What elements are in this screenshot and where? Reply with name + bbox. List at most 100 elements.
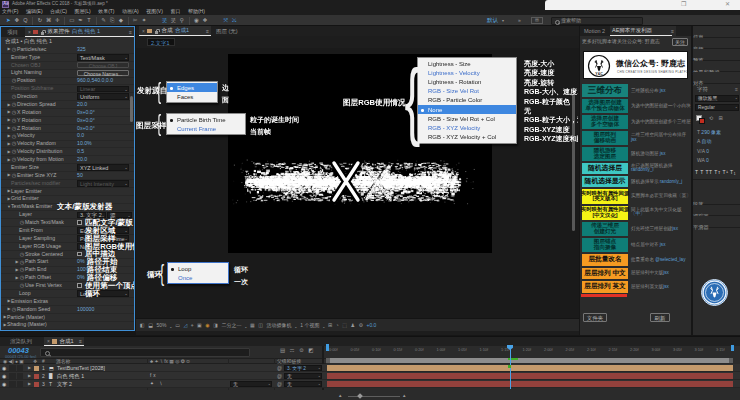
- viewer-toolbar-icon[interactable]: 1 个视图: [300, 323, 319, 328]
- viewer-toolbar-icon[interactable]: ▣: [197, 323, 202, 328]
- selection-tool[interactable]: ➤: [4, 18, 13, 24]
- menu-option[interactable]: Particle Birth Time: [167, 115, 245, 124]
- script-button[interactable]: 实时映射有属性回源 [中文汉化]: [582, 206, 628, 221]
- font-style-select[interactable]: Regular: [695, 104, 739, 111]
- script-button[interactable]: 三维分布: [582, 84, 628, 97]
- viewer-toolbar-icon[interactable]: ˬ: [170, 323, 172, 328]
- more-workspaces-button[interactable]: »: [518, 18, 521, 23]
- eye-icon[interactable]: ◉: [2, 366, 6, 371]
- lock-icon[interactable]: [40, 30, 45, 35]
- eye-icon[interactable]: ◉: [2, 382, 6, 387]
- property-value[interactable]: 100000: [77, 307, 94, 312]
- script-button[interactable]: 随机选择层: [582, 163, 628, 174]
- script-button[interactable]: 选择图层创建 单个预合成物体: [582, 99, 628, 113]
- menu-option[interactable]: RGB - XYZ Velocity + Col: [418, 133, 516, 142]
- property-value[interactable]: 960.0,540.0,0.0: [77, 78, 113, 83]
- type-tool[interactable]: T: [85, 18, 94, 24]
- viewer-toolbar-icon[interactable]: ◨: [213, 323, 218, 328]
- property-dropdown[interactable]: Linear: [77, 86, 129, 93]
- expand-arrow-icon[interactable]: ▶: [28, 366, 31, 370]
- dock-panel-header[interactable]: 信息: [693, 26, 740, 38]
- script-button[interactable]: 传递三维层 创建灯光: [582, 222, 628, 236]
- effect-property-row[interactable]: ▶ Layer Emitter: [1, 188, 134, 196]
- roto-brush-tool[interactable]: ✂: [131, 18, 140, 24]
- property-value[interactable]: 20.0: [77, 157, 87, 162]
- dock-panel-header[interactable]: 段落: [693, 193, 740, 205]
- refresh-button[interactable]: 刷新: [650, 313, 670, 322]
- panel-menu-icon[interactable]: ≡: [206, 29, 209, 34]
- property-value[interactable]: 50: [77, 173, 83, 178]
- effect-property-row[interactable]: ▼ Text/Mask Emitter 文本/蒙版发射器: [1, 204, 134, 212]
- work-area-bar[interactable]: [326, 358, 733, 363]
- viewer-toolbar-icon[interactable]: 活动摄像机: [267, 323, 292, 328]
- menu-option[interactable]: Edges: [167, 83, 217, 92]
- close-icon[interactable]: ×: [28, 30, 31, 35]
- dock-panel-header[interactable]: 效果和预设: [693, 61, 740, 73]
- property-value[interactable]: 0.0: [77, 133, 84, 138]
- clone-stamp-tool[interactable]: ⎘: [108, 18, 117, 24]
- layer-color-chip[interactable]: [34, 382, 39, 387]
- fill-swatch[interactable]: [699, 118, 705, 124]
- property-value[interactable]: 20.0: [77, 102, 87, 107]
- menu-option[interactable]: RGB - Particle Color: [418, 96, 516, 105]
- viewer-toolbar-icon[interactable]: ⬚: [342, 323, 347, 328]
- property-value[interactable]: 0x+0.0°: [77, 126, 95, 131]
- menu-option[interactable]: RGB - Size Vel Rot + Col: [418, 114, 516, 123]
- eye-icon[interactable]: ◉: [2, 374, 6, 379]
- tab-render-queue[interactable]: 渲染队列: [10, 339, 32, 345]
- effect-property-row[interactable]: ▶ ◷ Emitter Size XYZ 50 50 50: [1, 172, 134, 180]
- property-checkbox[interactable]: [77, 252, 82, 257]
- shape-tool[interactable]: ▭: [68, 18, 77, 24]
- panel-menu-icon[interactable]: ≡: [735, 87, 738, 92]
- effect-property-row[interactable]: Position Subframe Linear Linear Linear: [1, 85, 134, 93]
- viewer-toolbar-icon[interactable]: ▭: [175, 323, 180, 328]
- effect-property-row[interactable]: Emitter Type Text/Mask Text/Mask Text/Ma…: [1, 54, 134, 62]
- effect-property-row[interactable]: Loop Loop Loop Loop 循环: [1, 290, 134, 298]
- script-button[interactable]: 选择层创建 多个空物体: [582, 115, 628, 129]
- layer-name[interactable]: TextBurstText [2028]: [57, 366, 105, 371]
- plugin-tool-1[interactable]: ⤧: [221, 18, 230, 24]
- viewer-toolbar-icon[interactable]: ◔: [336, 323, 339, 328]
- effect-property-row[interactable]: ▶ ◷ Direction Spread 20.0 20.0 20.0: [1, 101, 134, 109]
- font-family-select[interactable]: 微软雅黑: [695, 95, 739, 102]
- panel-menu-icon[interactable]: ≡: [671, 29, 674, 34]
- viewer-toolbar-icon[interactable]: ◉: [205, 323, 209, 328]
- effect-property-row[interactable]: ◷ Position 960.0,540.0,0.0 960.0,540.0,0…: [1, 78, 134, 86]
- ecp-scrollbar[interactable]: [130, 96, 133, 122]
- wand-tool[interactable]: ⚲: [178, 18, 187, 24]
- pickwhip-icon[interactable]: @: [277, 382, 282, 387]
- effect-property-row[interactable]: ▶ ◷ Velocity Random 10.0% 10.0% 10.0%: [1, 141, 134, 149]
- layer-duration-bar[interactable]: [327, 381, 733, 387]
- dock-panel-header[interactable]: 对齐: [693, 72, 740, 84]
- viewer-toolbar-icon[interactable]: ˬ: [323, 323, 325, 328]
- viewer-toolbar-icon[interactable]: 二分之一: [221, 323, 241, 328]
- pan-behind-tool[interactable]: ✛: [53, 18, 62, 24]
- snap-tool[interactable]: ❖: [201, 18, 210, 24]
- person-tool[interactable]: 웃: [160, 18, 169, 24]
- script-button[interactable]: 层层排列 中文: [582, 268, 628, 280]
- script-button[interactable]: 随机游移 选定图层: [582, 147, 628, 161]
- property-dropdown[interactable]: Uniform: [77, 93, 129, 100]
- workspace-box-icon[interactable]: ▤: [531, 17, 543, 24]
- property-value[interactable]: 0%: [77, 259, 85, 264]
- property-value[interactable]: 10.0%: [77, 141, 92, 146]
- script-button[interactable]: 实时映射有属性回源 [英文版本]: [582, 189, 628, 204]
- script-button[interactable]: 层批量改名: [582, 254, 628, 266]
- layer-color-chip[interactable]: [34, 366, 39, 371]
- keyframe-marker[interactable]: [508, 365, 511, 368]
- menu-option[interactable]: Once: [168, 273, 228, 282]
- brush-tool[interactable]: ✎: [99, 18, 108, 24]
- close-icon[interactable]: ×: [142, 29, 145, 34]
- lock-icon[interactable]: [154, 29, 159, 34]
- comp-toggle-icon[interactable]: ▤: [280, 348, 285, 354]
- rotate-tool[interactable]: ↻: [36, 18, 45, 24]
- property-dropdown[interactable]: XYZ Linked: [77, 164, 129, 171]
- menu-option[interactable]: Current Frame: [167, 124, 245, 133]
- pickwhip-icon[interactable]: @: [277, 366, 282, 371]
- script-button[interactable]: 层层排列 英文: [582, 281, 628, 293]
- property-value[interactable]: 0x+0.0°: [77, 110, 95, 115]
- layer-switches[interactable]: fx: [150, 374, 200, 379]
- swatch-icons[interactable]: ⟲ ⊞: [709, 116, 725, 121]
- effect-property-row[interactable]: ▶ ◷ Z Rotation 0x+0.0° 0x+0.0° 0x+0.0°: [1, 125, 134, 133]
- effect-property-row[interactable]: Particles/sec modifier Light Intensity L…: [1, 180, 134, 188]
